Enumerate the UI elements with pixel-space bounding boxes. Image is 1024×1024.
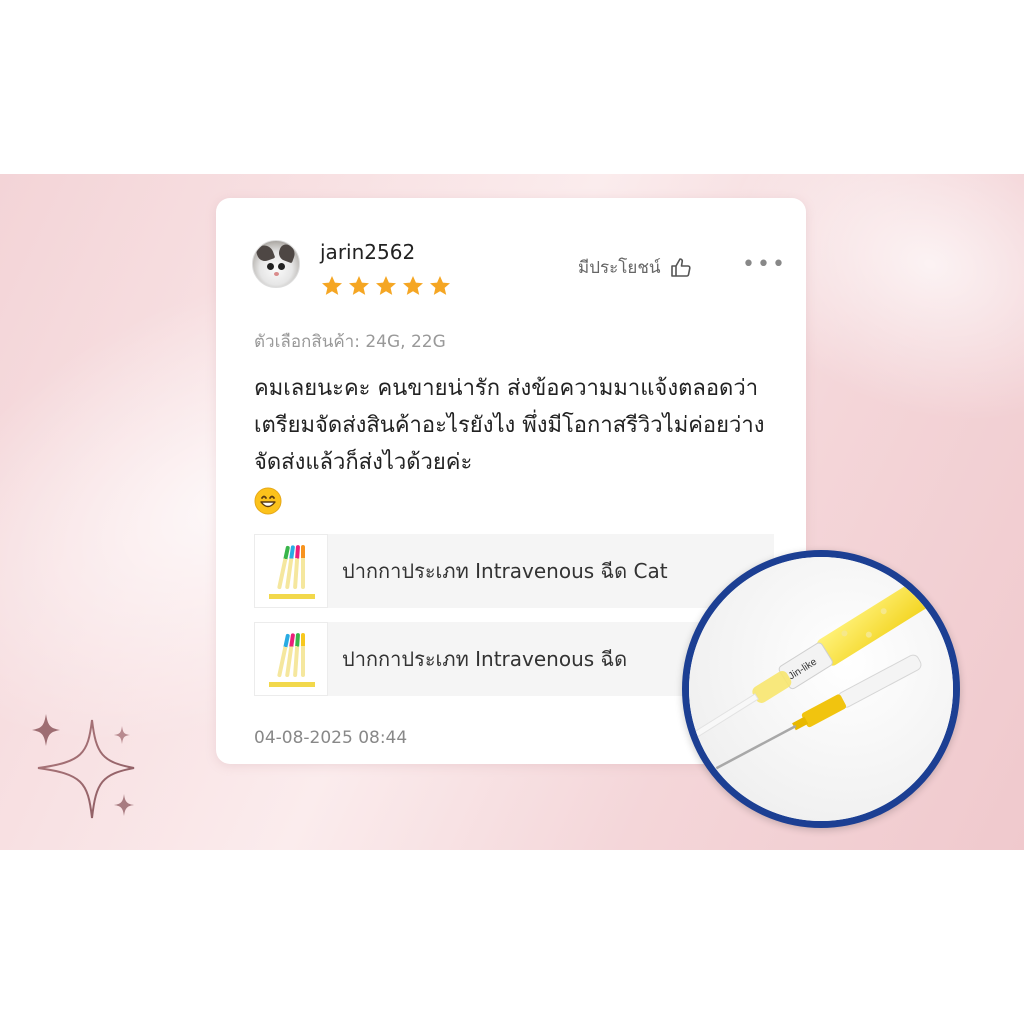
product-thumbnail: [254, 622, 328, 696]
star-icon: [376, 276, 396, 295]
catheter-image: Jin-like: [689, 557, 953, 821]
thumbs-up-icon: [670, 257, 691, 277]
star-rating: [320, 274, 452, 298]
product-thumbnail: [254, 534, 328, 608]
reviewer-username[interactable]: jarin2562: [320, 240, 415, 264]
star-icon: [322, 276, 342, 295]
avatar[interactable]: [252, 240, 300, 288]
helpful-button[interactable]: มีประโยชน์: [578, 254, 693, 281]
review-text: คมเลยนะคะ คนขายน่ารัก ส่งข้อความมาแจ้งตล…: [254, 376, 765, 475]
helpful-label: มีประโยชน์: [578, 258, 661, 278]
catheter-zoom-image: Jin-like: [682, 550, 960, 828]
grinning-face-icon: [254, 487, 282, 515]
more-options-button[interactable]: •••: [742, 254, 787, 276]
star-icon: [403, 276, 423, 295]
product-title: ปากกาประเภท Intravenous ฉีด: [342, 647, 628, 671]
product-link[interactable]: ปากกาประเภท Intravenous ฉีด Cat: [254, 534, 774, 608]
review-body: คมเลยนะคะ คนขายน่ารัก ส่งข้อความมาแจ้งตล…: [254, 370, 784, 518]
review-timestamp: 04-08-2025 08:44: [254, 728, 408, 748]
product-title: ปากกาประเภท Intravenous ฉีด Cat: [342, 559, 668, 583]
variant-text: ตัวเลือกสินค้า: 24G, 22G: [254, 332, 446, 352]
star-icon: [430, 276, 450, 295]
sparkle-icon: [32, 714, 135, 819]
star-icon: [349, 276, 369, 295]
